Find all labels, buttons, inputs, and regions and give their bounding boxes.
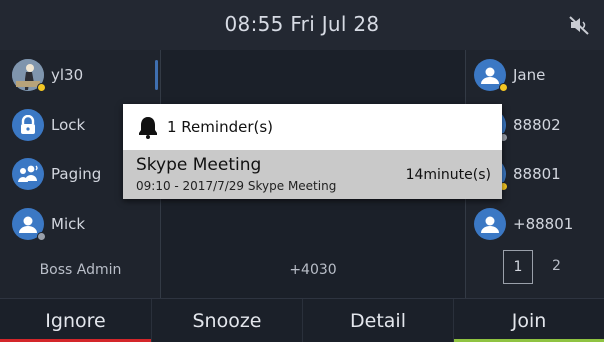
meeting-subject: Skype Meeting bbox=[136, 155, 262, 175]
softkey-bar: Ignore Snooze Detail Join bbox=[0, 298, 604, 342]
page-2-button[interactable]: 2 bbox=[552, 258, 561, 274]
softkey-label: Join bbox=[511, 310, 547, 332]
status-bar: 08:55 Fri Jul 28 bbox=[0, 0, 604, 50]
reminder-header: 1 Reminder(s) bbox=[123, 104, 502, 150]
line-key-lock[interactable]: Lock bbox=[12, 105, 85, 145]
line-key-mick[interactable]: Mick bbox=[12, 204, 85, 244]
reminder-popup: 1 Reminder(s) Skype Meeting 09:10 - 2017… bbox=[123, 104, 502, 199]
line-key-plus88801[interactable]: +88801 bbox=[474, 204, 573, 244]
extension-number: +4030 bbox=[289, 262, 337, 278]
detail-button[interactable]: Detail bbox=[302, 299, 453, 342]
line-key-label: Jane bbox=[513, 66, 546, 84]
line-key-label: 88801 bbox=[513, 165, 561, 183]
line-key-label: 88802 bbox=[513, 116, 561, 134]
line-key-paging[interactable]: Paging bbox=[12, 154, 101, 194]
account-name: Boss Admin bbox=[39, 262, 122, 278]
time-remaining: 14minute(s) bbox=[405, 167, 491, 183]
presence-dot bbox=[37, 232, 46, 241]
reminder-item[interactable]: Skype Meeting 09:10 - 2017/7/29 Skype Me… bbox=[123, 150, 502, 199]
line-key-label: Mick bbox=[51, 215, 86, 233]
meeting-detail: 09:10 - 2017/7/29 Skype Meeting bbox=[136, 179, 337, 193]
paging-icon bbox=[12, 158, 44, 190]
join-button[interactable]: Join bbox=[453, 299, 604, 342]
clock-date: 08:55 Fri Jul 28 bbox=[224, 12, 380, 36]
line-key-label: yl30 bbox=[51, 66, 84, 84]
reminder-title: 1 Reminder(s) bbox=[167, 118, 274, 136]
softkey-label: Detail bbox=[350, 310, 406, 332]
line-key-label: +88801 bbox=[513, 215, 574, 233]
contact-icon bbox=[12, 208, 46, 241]
phone-screen: 08:55 Fri Jul 28 yl30 Lock Paging Mick B… bbox=[0, 0, 604, 342]
speaker-muted-icon bbox=[569, 16, 589, 35]
page-1-button[interactable]: 1 bbox=[503, 250, 533, 284]
softkey-label: Ignore bbox=[45, 310, 106, 332]
ignore-button[interactable]: Ignore bbox=[0, 299, 151, 342]
line-key-label: Paging bbox=[51, 165, 102, 183]
avatar-photo-icon bbox=[12, 59, 46, 92]
presence-dot bbox=[499, 83, 508, 92]
snooze-button[interactable]: Snooze bbox=[151, 299, 302, 342]
contact-icon bbox=[474, 59, 508, 92]
presence-dot bbox=[37, 83, 46, 92]
softkey-label: Snooze bbox=[192, 310, 262, 332]
line-key-yl30[interactable]: yl30 bbox=[12, 55, 83, 95]
line-key-jane[interactable]: Jane bbox=[474, 55, 545, 95]
contact-icon bbox=[474, 208, 506, 240]
line-key-label: Lock bbox=[51, 116, 86, 134]
bell-icon bbox=[139, 117, 157, 139]
scroll-indicator bbox=[155, 60, 158, 90]
lock-icon bbox=[12, 109, 44, 141]
